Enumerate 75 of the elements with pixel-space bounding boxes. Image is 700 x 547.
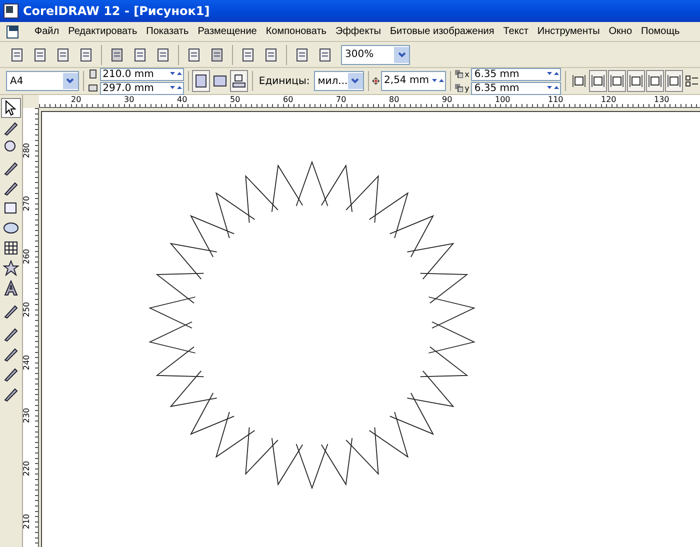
ruler-label: 30 bbox=[124, 95, 134, 104]
spin-arrows-icon bbox=[430, 77, 445, 85]
menu-item[interactable]: Битовые изображения bbox=[385, 26, 499, 37]
ruler-label: 240 bbox=[22, 354, 32, 370]
menu-item[interactable]: Компоновать bbox=[261, 26, 331, 37]
ruler-label: 70 bbox=[336, 95, 346, 104]
ruler-label: 280 bbox=[22, 142, 32, 158]
toolbar-button[interactable] bbox=[646, 70, 664, 92]
ruler-label: 210 bbox=[22, 514, 32, 530]
ruler-label: 80 bbox=[389, 95, 400, 104]
menu-item[interactable]: Размещение bbox=[193, 26, 262, 37]
axis-label: x bbox=[464, 70, 470, 78]
duplicate-icon bbox=[454, 84, 463, 92]
ruler-label: 260 bbox=[22, 248, 32, 264]
page-layout-button[interactable] bbox=[230, 70, 248, 92]
ruler-label: 20 bbox=[71, 95, 82, 104]
units-label: Единицы: bbox=[258, 76, 310, 86]
duplicate-y-field[interactable]: 6.35 mm bbox=[471, 82, 562, 94]
toolbar-button[interactable] bbox=[626, 70, 645, 92]
toolbar-button[interactable] bbox=[608, 70, 626, 92]
ruler-label: 90 bbox=[442, 95, 452, 104]
spin-arrows-icon bbox=[168, 84, 183, 92]
axis-label: y bbox=[464, 84, 470, 92]
arrow-cursor-icon bbox=[3, 100, 19, 116]
checklist-icon bbox=[684, 74, 699, 88]
nudge-arrows-icon bbox=[372, 75, 380, 87]
new-file-icon bbox=[9, 46, 25, 62]
app-icon bbox=[3, 3, 19, 19]
tool-button[interactable] bbox=[1, 258, 21, 278]
ruler-label: 110 bbox=[548, 95, 564, 104]
page-height-icon bbox=[88, 69, 98, 79]
ruler-label: 270 bbox=[22, 196, 32, 212]
page-width-icon bbox=[88, 83, 98, 93]
ruler-label: 120 bbox=[601, 95, 616, 104]
width-field[interactable]: 210.0 mm bbox=[100, 68, 184, 80]
spin-arrows-icon bbox=[546, 84, 560, 92]
menu-item[interactable]: Окно bbox=[604, 26, 637, 37]
ruler-label: 250 bbox=[22, 302, 32, 318]
landscape-page-icon bbox=[212, 73, 228, 89]
tool-button[interactable] bbox=[1, 98, 21, 118]
menu-item[interactable]: Инструменты bbox=[532, 26, 604, 37]
menu-item[interactable]: Редактировать bbox=[64, 26, 142, 37]
height-field[interactable]: 297.0 mm bbox=[100, 82, 184, 94]
nudge-field[interactable]: 2,54 mm bbox=[381, 71, 446, 91]
ellipse-icon bbox=[3, 220, 19, 236]
ruler-label: 230 bbox=[22, 408, 32, 424]
ruler-label: 100 bbox=[495, 95, 510, 104]
zoom-combo[interactable]: 300% bbox=[341, 44, 410, 64]
toolbar-button[interactable] bbox=[588, 70, 607, 92]
ruler-label: 220 bbox=[22, 460, 32, 476]
portrait-page-icon bbox=[193, 73, 210, 89]
window-title: CorelDRAW 12 - [Рисунок1] bbox=[23, 4, 210, 18]
star-icon bbox=[3, 260, 19, 276]
paper-size-combo[interactable]: A4 bbox=[6, 71, 79, 91]
ruler-label: 130 bbox=[654, 95, 670, 104]
menu-item[interactable]: Эффекты bbox=[331, 26, 386, 37]
menu-item[interactable]: Текст bbox=[498, 26, 533, 37]
spin-arrows-icon bbox=[546, 70, 560, 78]
menu-item[interactable]: Файл bbox=[30, 26, 64, 37]
spin-arrows-icon bbox=[168, 70, 183, 78]
ruler-label: 60 bbox=[283, 95, 294, 104]
portrait-button[interactable] bbox=[192, 70, 210, 92]
menu-item[interactable]: Помощь bbox=[636, 26, 684, 37]
letter-a-icon bbox=[3, 280, 19, 296]
menu-item[interactable]: Показать bbox=[142, 26, 194, 37]
duplicate-x-field[interactable]: 6.35 mm bbox=[471, 68, 562, 80]
pages-icon bbox=[231, 73, 248, 89]
units-combo[interactable]: мил... bbox=[314, 71, 364, 91]
toolbar-button[interactable] bbox=[664, 70, 683, 92]
rectangle-icon bbox=[3, 200, 19, 216]
duplicate-icon bbox=[454, 70, 463, 78]
ruler-label: 40 bbox=[177, 95, 188, 104]
document-icon bbox=[6, 24, 20, 38]
pen-icon bbox=[3, 160, 19, 176]
ruler-label: 50 bbox=[230, 95, 240, 104]
